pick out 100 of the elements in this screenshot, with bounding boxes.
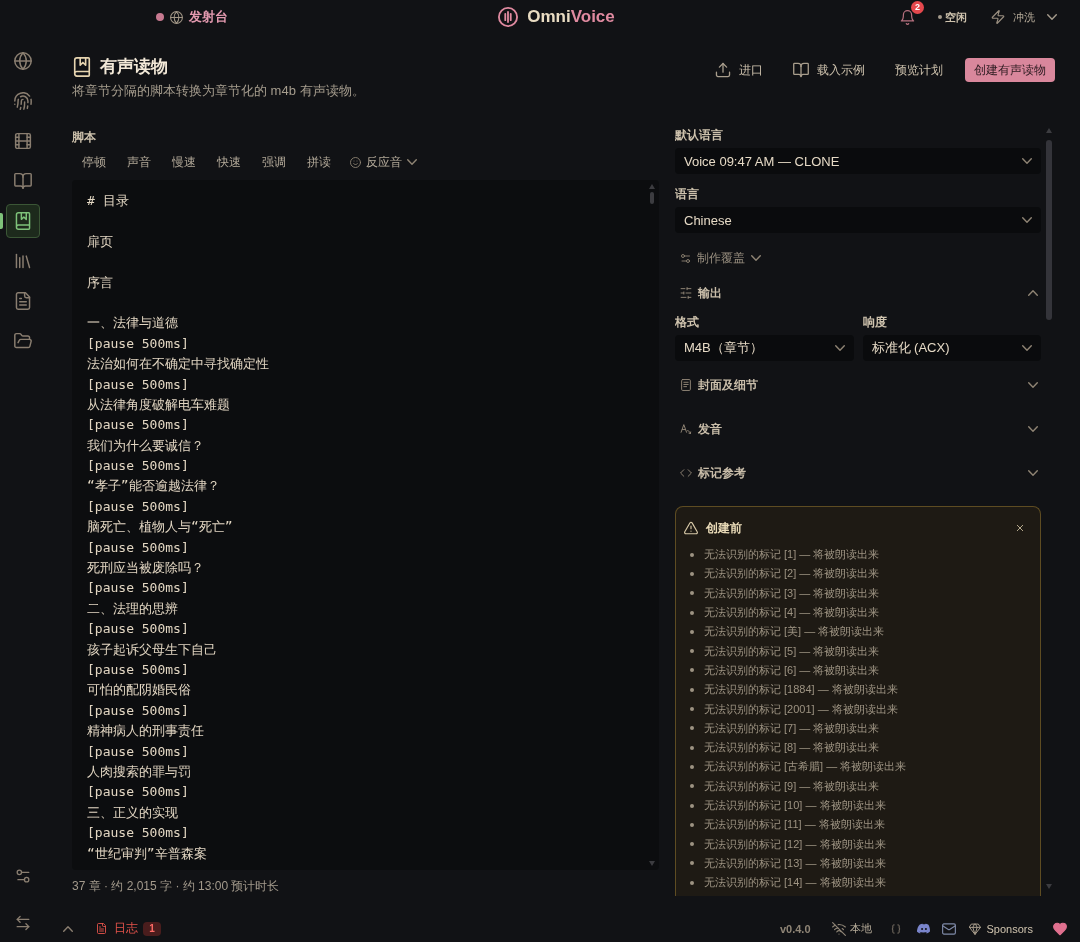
nav-button[interactable]: [14, 92, 32, 110]
bullet-icon: [690, 784, 694, 789]
warning-item: 无法识别的标记 [11] — 将被朗读出来: [704, 817, 885, 833]
script-line: [pause 500ms]: [87, 497, 189, 516]
chevron-down-icon: [1022, 158, 1032, 164]
lightning-icon: [991, 10, 1005, 24]
status-dot-icon: [938, 15, 942, 19]
close-icon[interactable]: [1015, 523, 1025, 533]
select-field[interactable]: Voice 09:47 AM — CLONE: [675, 148, 1041, 174]
section-header[interactable]: 标记参考: [675, 463, 1041, 483]
braces-icon[interactable]: [890, 923, 901, 934]
toggles-icon: [680, 252, 691, 264]
sponsors-button[interactable]: Sponsors: [968, 922, 1033, 935]
chevron-down-icon: [834, 345, 845, 351]
script-line: [pause 500ms]: [87, 375, 189, 394]
library-icon: [14, 252, 32, 270]
markup-tool-button[interactable]: 拼读: [297, 152, 341, 172]
script-line: 法治如何在不确定中寻找确定性: [87, 355, 269, 374]
sliders-icon: [680, 287, 692, 299]
bullet-icon: [690, 880, 694, 885]
flush-button[interactable]: 冲洗: [991, 9, 1057, 25]
warning-item: 无法识别的标记 [1884] — 将被朗读出来: [704, 682, 898, 698]
field-label: 默认语言: [675, 127, 723, 143]
nav-button[interactable]: [14, 292, 32, 310]
import-button[interactable]: 进口: [707, 58, 771, 82]
film-icon: [14, 132, 32, 150]
warning-item: 无法识别的标记 [10] — 将被朗读出来: [704, 798, 886, 813]
warning-item: 无法识别的标记 [6] — 将被朗读出来: [704, 662, 880, 678]
bookmark-book-icon: [72, 57, 92, 77]
warning-item: 无法识别的标记 [9] — 将被朗读出来: [704, 778, 880, 794]
bullet-icon: [690, 822, 694, 827]
markup-tool-button[interactable]: 慢速: [162, 152, 206, 172]
markup-tool-button[interactable]: 停顿: [72, 152, 116, 172]
script-line: 一、法律与道德: [87, 314, 178, 333]
document-icon: [14, 292, 32, 310]
script-line: [pause 500ms]: [87, 334, 189, 353]
page-subtitle: 将章节分隔的脚本转换为章节化的 m4b 有声读物。: [72, 83, 365, 99]
globe-icon: [170, 10, 183, 24]
nav-button[interactable]: [14, 332, 32, 350]
warning-item: 无法识别的标记 [3] — 将被朗读出来: [704, 585, 880, 601]
warning-item: 无法识别的标记 [1] — 将被朗读出来: [704, 547, 880, 563]
nav-button[interactable]: [6, 204, 40, 238]
wifi-off-icon: [831, 921, 846, 936]
app-name: OmniVoice: [527, 7, 615, 27]
markup-tool-button[interactable]: 快速: [207, 152, 251, 172]
status-text: 空闲: [945, 9, 967, 25]
active-indicator: [0, 213, 3, 229]
script-line: [pause 500ms]: [87, 416, 189, 435]
load-example-button[interactable]: 载入示例: [785, 58, 873, 82]
code-icon: [680, 467, 692, 479]
nav-button[interactable]: [14, 252, 32, 270]
chevron-up-icon[interactable]: [63, 925, 73, 932]
field-label: 格式: [675, 314, 699, 330]
script-line: [pause 500ms]: [87, 457, 189, 476]
log-button[interactable]: 日志 1: [96, 920, 161, 937]
bullet-icon: [690, 571, 694, 576]
nav-button[interactable]: [14, 132, 32, 150]
document-icon: [96, 923, 107, 934]
section-header[interactable]: 发音: [675, 419, 1041, 439]
markup-tool-button[interactable]: 强调: [252, 152, 296, 172]
select-field[interactable]: Chinese: [675, 207, 1041, 233]
bullet-icon: [690, 610, 694, 615]
nav-button[interactable]: [14, 52, 32, 70]
bullet-icon: [690, 764, 694, 769]
script-line: [pause 500ms]: [87, 701, 189, 720]
markup-menu-button[interactable]: 反应音: [342, 152, 425, 172]
sliders-icon[interactable]: [15, 868, 31, 884]
mail-icon[interactable]: [941, 921, 956, 936]
warning-triangle-icon: [684, 521, 698, 535]
script-line: 孩子起诉父母生下自己: [87, 640, 217, 659]
gem-icon: [968, 922, 981, 935]
script-line: # 目录: [87, 192, 129, 210]
chevron-down-icon: [1022, 345, 1032, 351]
station-button[interactable]: 发射台: [156, 8, 228, 26]
warning-item: 无法识别的标记 [美] — 将被朗读出来: [704, 624, 885, 640]
script-line: 二、法理的思辨: [87, 599, 178, 618]
nav-button[interactable]: [14, 172, 32, 190]
section-header[interactable]: 封面及细节: [675, 375, 1041, 395]
bell-icon[interactable]: [900, 9, 915, 25]
bullet-icon: [690, 649, 694, 654]
preview-plan-button[interactable]: 预览计划: [887, 58, 951, 82]
script-line: [pause 500ms]: [87, 824, 189, 843]
section-header[interactable]: 输出: [675, 283, 1041, 303]
swap-arrows-icon[interactable]: [15, 915, 31, 931]
book-open-icon: [793, 62, 809, 78]
script-stats: 37 章 · 约 2,015 字 · 约 13:00 预计时长: [72, 878, 280, 894]
game-controller-icon[interactable]: [916, 921, 931, 936]
bullet-icon: [690, 629, 694, 634]
markup-tool-button[interactable]: 声音: [117, 152, 161, 172]
warning-item: 无法识别的标记 [4] — 将被朗读出来: [704, 605, 880, 621]
chevron-down-icon: [407, 159, 417, 165]
overrides-toggle[interactable]: 制作覆盖: [675, 248, 761, 268]
select-field[interactable]: M4B（章节）: [675, 335, 854, 361]
create-audiobook-button[interactable]: 创建有声读物: [965, 58, 1055, 82]
script-editor[interactable]: [72, 180, 659, 870]
heart-icon[interactable]: [1053, 921, 1067, 936]
script-line: [pause 500ms]: [87, 661, 189, 679]
logo-icon: [498, 7, 519, 27]
select-field[interactable]: 标准化 (ACX): [862, 335, 1041, 361]
script-line: 扉页: [87, 232, 113, 251]
